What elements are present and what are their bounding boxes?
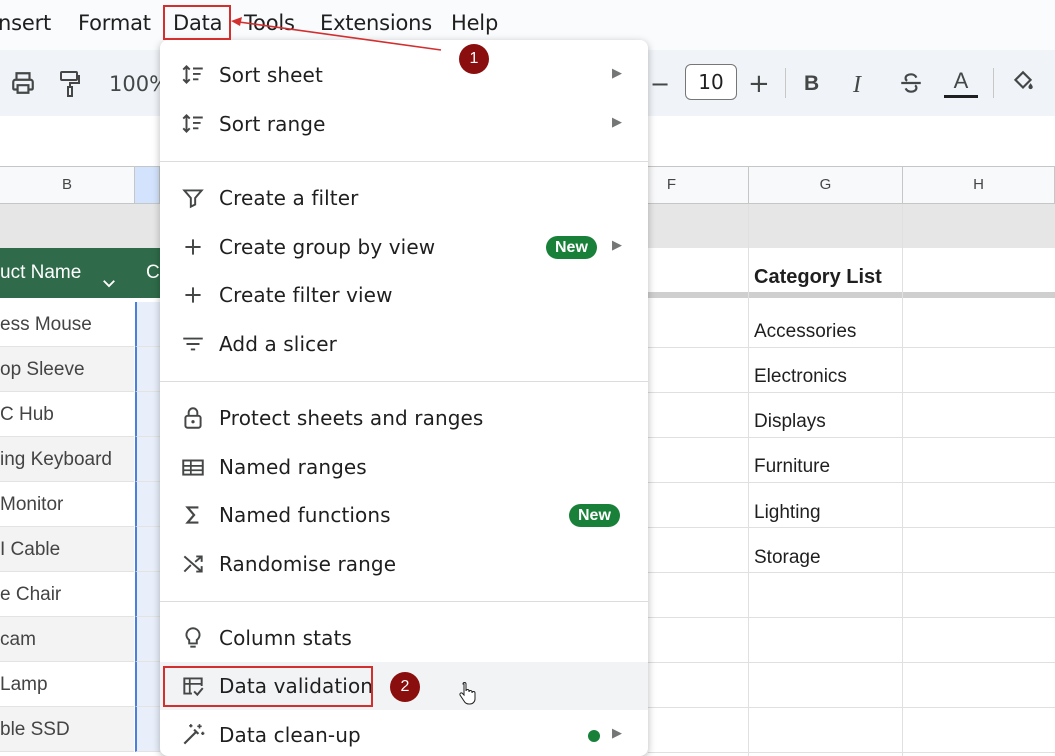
highlight-data-validation [163,666,373,707]
step-badge: 1 [459,44,489,74]
annotation-arrow [231,17,442,51]
hand-cursor-icon [458,682,476,711]
step-badge: 2 [390,672,420,702]
